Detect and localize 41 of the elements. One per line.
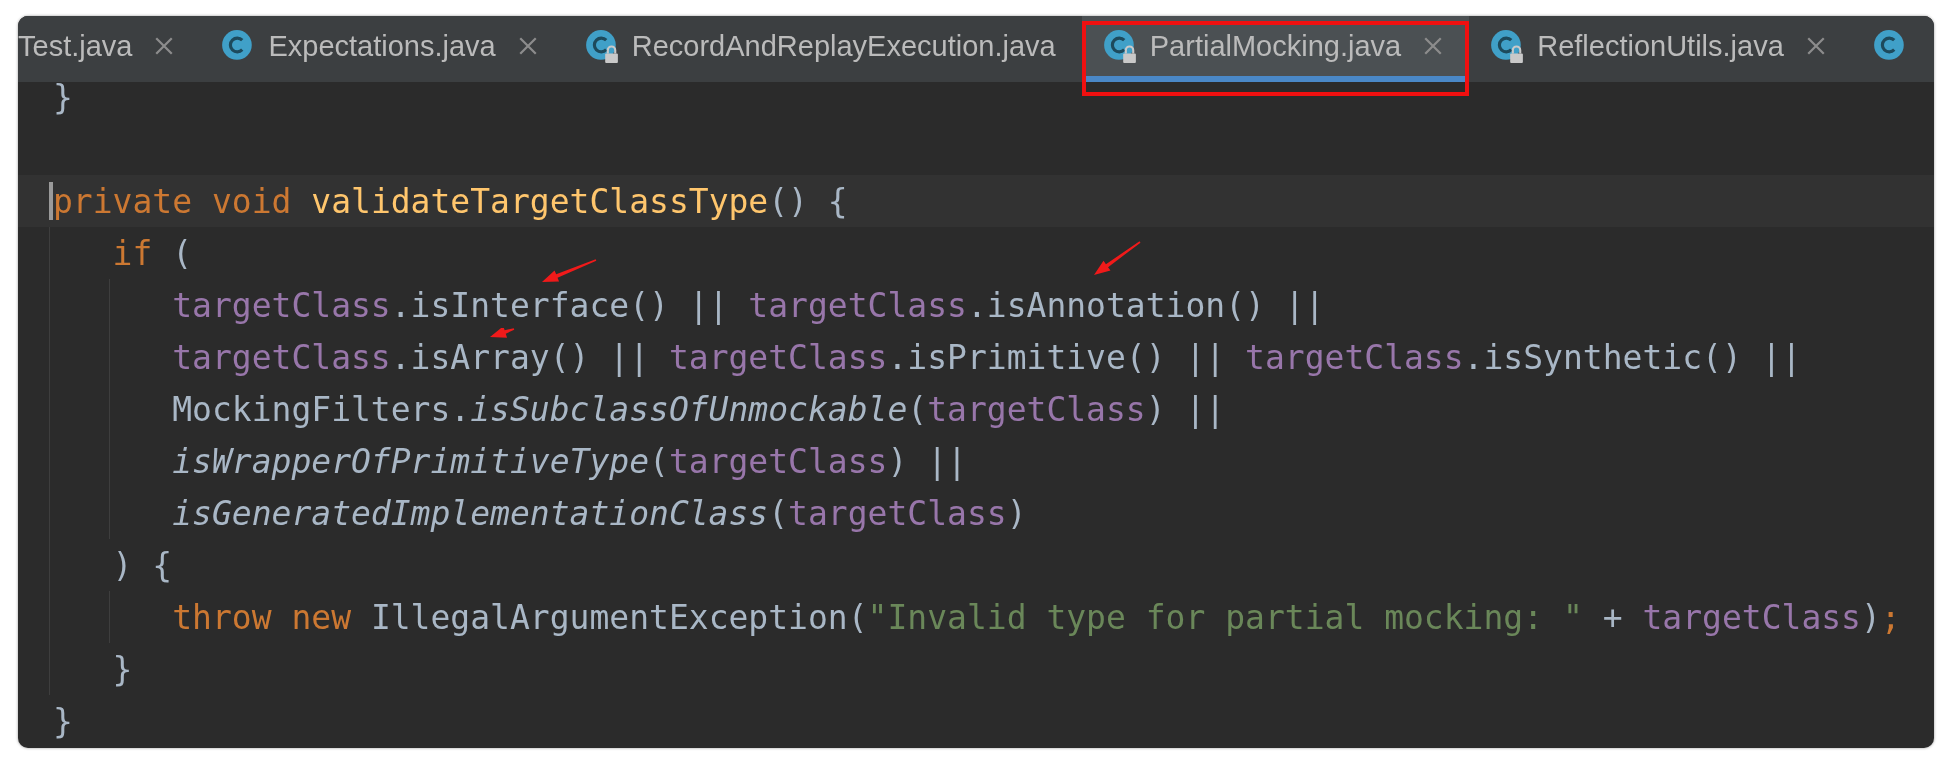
close-icon[interactable] — [154, 36, 175, 56]
code-token: } — [53, 80, 73, 114]
code-token: throw new — [172, 600, 352, 634]
code-token: "Invalid type for partial mocking: " — [867, 600, 1583, 634]
code-token: + — [1601, 600, 1624, 634]
editor-tab[interactable]: PartialMocking.java — [1081, 16, 1470, 82]
close-icon[interactable] — [517, 36, 538, 56]
arrow-icon — [1093, 241, 1141, 276]
code-token: MockingFilters. — [172, 392, 471, 426]
code-token: targetClass — [668, 340, 888, 374]
code-token: ) — [1861, 600, 1881, 634]
code-token: ; — [1880, 600, 1901, 634]
close-icon[interactable] — [1805, 36, 1826, 56]
code-token: validateTargetClassType — [311, 184, 769, 218]
code-token: targetClass — [1642, 600, 1861, 634]
code-token: ( — [172, 236, 193, 270]
code-token: IllegalArgumentException( — [370, 600, 868, 634]
text-caret — [49, 182, 53, 220]
code-token: isWrapperOfPrimitiveType — [172, 444, 649, 478]
code-token: private void — [53, 184, 293, 218]
code-token: targetClass — [748, 288, 967, 322]
code-token: ( — [649, 444, 669, 478]
code-token: ( — [768, 496, 789, 530]
code-token: if — [112, 236, 154, 270]
code-token: ) — [1006, 496, 1027, 530]
arrow-icon — [489, 328, 515, 338]
code-token: targetClass — [927, 392, 1146, 426]
code-token: isGeneratedImplementationClass — [172, 496, 769, 530]
code-token: targetClass — [668, 444, 888, 478]
code-token: targetClass — [1245, 340, 1464, 374]
code-token: targetClass — [788, 496, 1007, 530]
code-token: targetClass — [172, 288, 391, 322]
code-token: ) { — [112, 548, 173, 582]
code-token: } — [53, 704, 73, 738]
code-token: targetClass — [172, 340, 391, 374]
code-token: } — [112, 652, 133, 686]
code-token: ( — [907, 392, 928, 426]
arrow-icon — [541, 259, 597, 283]
code-token: () { — [768, 184, 848, 218]
code-token: isSubclassOfUnmockable — [470, 392, 908, 426]
close-icon[interactable] — [1423, 36, 1444, 56]
